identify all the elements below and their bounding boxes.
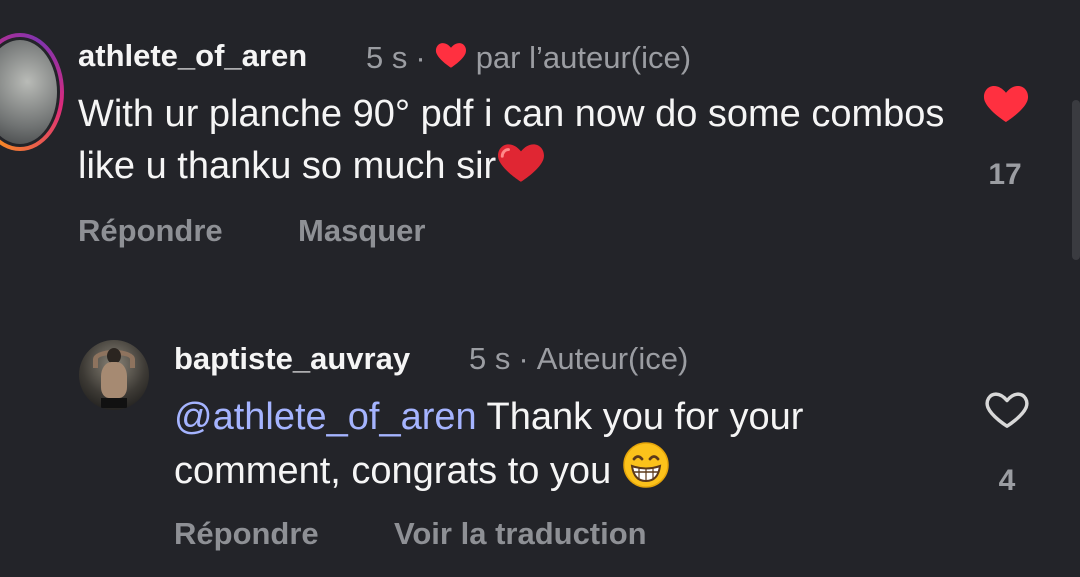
like-button[interactable] [983,388,1031,435]
comments-panel: athlete_of_aren 5 s · par l’auteur(ice) … [0,0,1080,577]
comment-meta: 5 s · par l’auteur(ice) [366,39,691,77]
comment-username[interactable]: baptiste_auvray [174,341,410,377]
comment-meta: 5 s · Auteur(ice) [469,341,688,377]
scrollbar[interactable] [1072,100,1080,260]
avatar[interactable] [79,340,149,410]
meta-separator: · [415,40,426,75]
see-translation-button[interactable]: Voir la traduction [394,516,647,552]
comment-time: 5 s [469,341,511,376]
heart-icon [434,39,468,77]
like-count: 4 [998,464,1016,497]
mention-link[interactable]: @athlete_of_aren [174,396,477,438]
liked-by-author-label: par l’auteur(ice) [475,40,692,75]
comment-username[interactable]: athlete_of_aren [78,38,307,74]
avatar-story-ring[interactable] [0,33,64,151]
heart-outline-icon [983,392,1031,434]
comment-text: With ur planche 90° pdf i can now do som… [78,90,948,196]
meta-separator: · [518,341,529,376]
author-badge: Auteur(ice) [536,341,689,376]
avatar [0,40,57,144]
heart-filled-icon [981,86,1031,128]
comment-time: 5 s [366,40,408,75]
hide-button[interactable]: Masquer [298,213,425,249]
grinning-face-emoji-icon [622,441,670,501]
red-heart-emoji-icon [496,138,546,196]
comment-text: @athlete_of_aren Thank you for your comm… [174,393,934,501]
reply-button[interactable]: Répondre [78,213,223,249]
like-count: 17 [988,158,1022,191]
like-button[interactable] [981,80,1031,129]
reply-button[interactable]: Répondre [174,516,319,552]
